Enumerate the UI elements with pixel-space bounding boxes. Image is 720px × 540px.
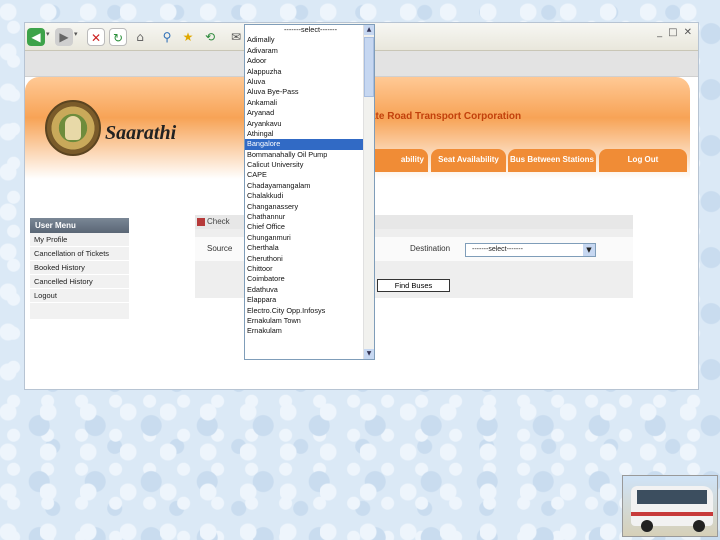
brand-title: Saarathi bbox=[105, 122, 177, 144]
source-label: Source bbox=[207, 244, 233, 253]
tab-seat-availability[interactable]: Seat Availability bbox=[431, 149, 506, 172]
minimize-icon[interactable]: _ bbox=[657, 27, 662, 38]
dropdown-option[interactable]: Electro.City Opp.Infosys bbox=[245, 306, 374, 316]
bus-window bbox=[637, 490, 707, 504]
dropdown-option[interactable]: CAPE bbox=[245, 170, 374, 180]
emblem-logo-icon bbox=[45, 100, 101, 156]
dropdown-option[interactable]: Athingal bbox=[245, 129, 374, 139]
dropdown-option[interactable]: Adoor bbox=[245, 56, 374, 66]
dropdown-option[interactable]: Bangalore bbox=[245, 139, 374, 150]
tab-log-out[interactable]: Log Out bbox=[599, 149, 687, 172]
dropdown-option[interactable]: Aryanad bbox=[245, 108, 374, 118]
dropdown-option[interactable]: Chittoor bbox=[245, 264, 374, 274]
scroll-up-icon[interactable]: ▲ bbox=[364, 25, 374, 35]
dropdown-option[interactable]: Elappara bbox=[245, 295, 374, 305]
dropdown-option[interactable]: Ernakulam Town bbox=[245, 316, 374, 326]
source-dropdown-list[interactable]: -------select------- Adimally Adivaram Adoo… bbox=[244, 24, 375, 360]
menu-item-my-profile[interactable]: My Profile bbox=[30, 233, 129, 247]
bus-wheel bbox=[693, 520, 705, 532]
home-icon[interactable]: ⌂ bbox=[131, 28, 149, 46]
back-icon[interactable]: ◀ bbox=[27, 28, 45, 46]
dropdown-option[interactable]: Chief Office bbox=[245, 222, 374, 232]
menu-item-cancelled-history[interactable]: Cancelled History bbox=[30, 275, 129, 289]
mail-icon[interactable]: ✉ bbox=[227, 28, 245, 46]
menu-item-booked-history[interactable]: Booked History bbox=[30, 261, 129, 275]
tab-bus-between-stations[interactable]: Bus Between Stations bbox=[508, 149, 596, 172]
dropdown-option[interactable]: Cherthala bbox=[245, 243, 374, 253]
dropdown-option[interactable]: Chathannur bbox=[245, 212, 374, 222]
dropdown-option[interactable]: Ankamali bbox=[245, 98, 374, 108]
back-menu-icon[interactable]: ▾ bbox=[46, 30, 50, 38]
dropdown-option[interactable]: Adivaram bbox=[245, 46, 374, 56]
bus-photo bbox=[622, 475, 718, 537]
dropdown-option[interactable]: Adimally bbox=[245, 35, 374, 45]
maximize-icon[interactable]: □ bbox=[668, 27, 677, 38]
history-icon[interactable]: ⟲ bbox=[201, 28, 219, 46]
forward-menu-icon[interactable]: ▾ bbox=[74, 30, 78, 38]
dropdown-option[interactable]: Aryankavu bbox=[245, 119, 374, 129]
menu-item-logout[interactable]: Logout bbox=[30, 289, 129, 303]
favorites-icon[interactable]: ★ bbox=[179, 28, 197, 46]
dropdown-option[interactable]: Calicut University bbox=[245, 160, 374, 170]
bus-wheel bbox=[641, 520, 653, 532]
user-menu: User Menu My Profile Cancellation of Tic… bbox=[30, 218, 129, 319]
destination-label: Destination bbox=[410, 244, 451, 253]
dropdown-option[interactable]: Ernakulam bbox=[245, 326, 374, 336]
refresh-icon[interactable]: ↻ bbox=[109, 28, 127, 46]
scroll-thumb[interactable] bbox=[364, 37, 374, 97]
dropdown-option[interactable]: Edathuva bbox=[245, 285, 374, 295]
dropdown-option[interactable]: Bommanahally Oil Pump bbox=[245, 150, 374, 160]
close-window-icon[interactable]: ✕ bbox=[684, 27, 692, 38]
dropdown-option[interactable]: Changanassery bbox=[245, 202, 374, 212]
dropdown-option[interactable]: Alappuzha bbox=[245, 67, 374, 77]
window-controls: _ □ ✕ bbox=[651, 27, 692, 38]
search-icon[interactable]: ⚲ bbox=[158, 28, 176, 46]
dropdown-option[interactable]: Coimbatore bbox=[245, 274, 374, 284]
menu-item-cancellation[interactable]: Cancellation of Tickets bbox=[30, 247, 129, 261]
dropdown-option[interactable]: Cheruthoni bbox=[245, 254, 374, 264]
destination-select[interactable]: -------select------- ▼ bbox=[465, 243, 596, 257]
forward-icon[interactable]: ▶ bbox=[55, 28, 73, 46]
corporation-title: ate Road Transport Corporation bbox=[370, 111, 522, 122]
find-buses-button[interactable]: Find Buses bbox=[377, 279, 450, 292]
dropdown-option[interactable]: Chunganmuri bbox=[245, 233, 374, 243]
dropdown-scrollbar[interactable]: ▲ ▼ bbox=[363, 25, 374, 359]
dropdown-option[interactable]: Aluva bbox=[245, 77, 374, 87]
destination-value: -------select------- bbox=[472, 246, 523, 253]
dropdown-option[interactable]: -------select------- bbox=[245, 25, 374, 35]
chevron-down-icon[interactable]: ▼ bbox=[583, 244, 595, 256]
scroll-down-icon[interactable]: ▼ bbox=[364, 349, 374, 359]
dropdown-option[interactable]: Aluva Bye-Pass bbox=[245, 87, 374, 97]
dropdown-option[interactable]: Chalakkudi bbox=[245, 191, 374, 201]
bus-stripe bbox=[631, 512, 713, 516]
user-menu-title: User Menu bbox=[30, 218, 129, 233]
dropdown-option[interactable]: Chadayamangalam bbox=[245, 181, 374, 191]
stop-icon[interactable]: ✕ bbox=[87, 28, 105, 46]
